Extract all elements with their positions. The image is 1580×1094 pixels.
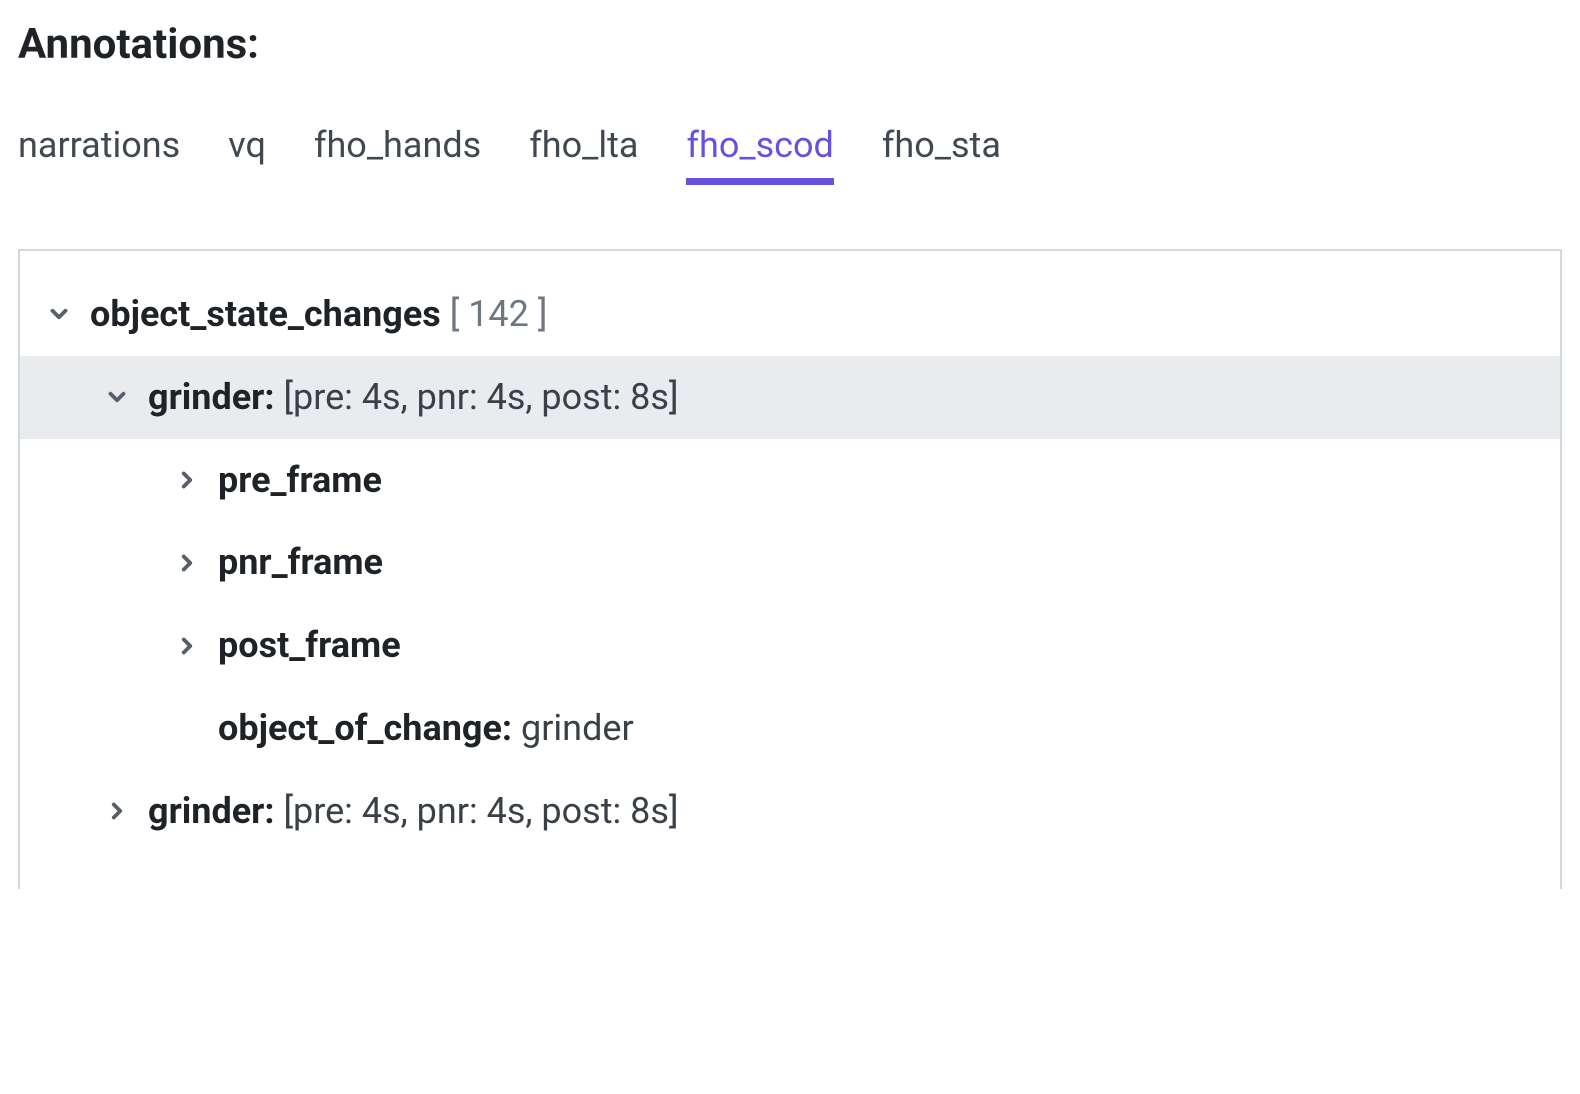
chevron-right-icon	[172, 465, 202, 495]
chevron-down-icon	[102, 382, 132, 412]
tree-row-root[interactable]: object_state_changes [ 142 ]	[20, 273, 1560, 356]
tab-fho-scod[interactable]: fho_scod	[686, 124, 833, 185]
section-title: Annotations:	[18, 20, 1562, 69]
tree-key: pre_frame	[218, 457, 382, 504]
chevron-right-icon	[172, 548, 202, 578]
tree-row-item-collapsed[interactable]: grinder: [pre: 4s, pnr: 4s, post: 8s]	[20, 770, 1560, 853]
tab-fho-sta[interactable]: fho_sta	[882, 124, 1001, 185]
tree-key: grinder:	[148, 790, 275, 832]
tree-key: pnr_frame	[218, 539, 383, 586]
tree-row-object-of-change[interactable]: object_of_change: grinder	[20, 687, 1560, 770]
chevron-right-icon	[102, 796, 132, 826]
tree-count: [ 142 ]	[450, 293, 548, 335]
tree-panel: object_state_changes [ 142 ] grinder: [p…	[18, 249, 1562, 889]
tab-narrations[interactable]: narrations	[18, 124, 180, 185]
chevron-right-icon	[172, 631, 202, 661]
chevron-down-icon	[44, 299, 74, 329]
tab-fho-hands[interactable]: fho_hands	[314, 124, 481, 185]
tree-row-post-frame[interactable]: post_frame	[20, 604, 1560, 687]
tree-row-pnr-frame[interactable]: pnr_frame	[20, 521, 1560, 604]
tree-summary: [pre: 4s, pnr: 4s, post: 8s]	[283, 376, 678, 418]
tree-row-item-expanded[interactable]: grinder: [pre: 4s, pnr: 4s, post: 8s]	[20, 356, 1560, 439]
tree-key: grinder:	[148, 376, 275, 418]
tree-key: object_of_change:	[218, 707, 512, 749]
tree-key: object_state_changes	[90, 293, 441, 335]
tab-vq[interactable]: vq	[228, 124, 266, 185]
tree-key: post_frame	[218, 622, 401, 669]
tab-fho-lta[interactable]: fho_lta	[529, 124, 638, 185]
tree-summary: [pre: 4s, pnr: 4s, post: 8s]	[283, 790, 678, 832]
tree-row-pre-frame[interactable]: pre_frame	[20, 439, 1560, 522]
tabs-container: narrations vq fho_hands fho_lta fho_scod…	[18, 124, 1562, 185]
tree-value: grinder	[521, 707, 634, 749]
